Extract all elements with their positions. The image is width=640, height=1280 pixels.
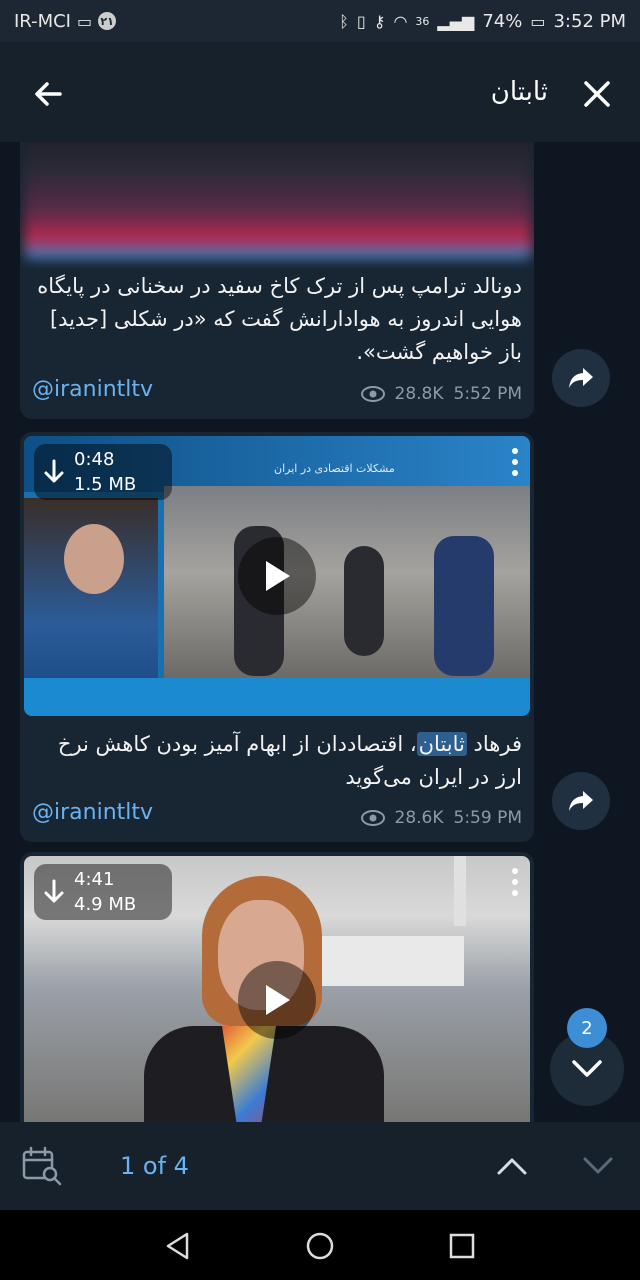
chevron-down-icon [583,1157,613,1174]
message-image[interactable] [24,142,532,259]
share-button[interactable] [552,772,610,830]
search-input[interactable] [100,68,552,116]
caption-text: فرهاد [466,732,522,756]
download-badge[interactable]: 0:48 1.5 MB [34,444,172,500]
play-button[interactable] [238,537,316,615]
nav-back-button[interactable] [158,1226,198,1266]
view-count: 28.8K [394,384,444,404]
arrow-left-icon [35,82,62,106]
previous-result-button[interactable] [490,1144,534,1188]
play-button[interactable] [238,961,316,1039]
message-time: 5:59 PM [453,808,523,828]
key-icon: ⚷ [373,11,386,31]
triangle-back-icon [166,1232,189,1260]
play-icon [266,985,290,1015]
message-meta: 28.6K 5:59 PM [360,808,523,828]
vibrate-icon: ▯ [356,11,366,31]
search-results-bar: 1 of 4 [0,1122,640,1210]
system-navigation-bar [0,1210,640,1280]
next-result-button[interactable] [576,1144,620,1188]
results-counter: 1 of 4 [120,1152,189,1180]
signal-icon: ▂▄▆ [437,11,475,31]
video-size: 1.5 MB [74,474,137,495]
wifi-icon: ◠ [393,11,408,31]
sim-badge: ۲۱ [98,12,117,30]
video-thumbnail[interactable]: مشکلات اقتصادی در ایران 0:48 1.5 MB [24,436,530,716]
bluetooth-icon: ᛒ [339,11,349,31]
eye-icon [360,386,385,402]
video-footer-strip [24,678,530,716]
video-size: 4.9 MB [74,894,137,915]
share-arrow-icon [569,791,593,811]
message-time: 5:52 PM [453,384,523,404]
video-duration: 0:48 [74,449,115,470]
nav-recents-button[interactable] [442,1226,482,1266]
share-arrow-icon [569,368,593,388]
search-header [0,42,640,142]
channel-link[interactable]: @iranintltv [32,800,153,825]
video-header-text: مشکلات اقتصادی در ایران [274,462,395,475]
messages-list[interactable]: دونالد ترامپ پس از ترک کاخ سفید در سخنان… [0,142,640,1122]
battery-percent: 74% [482,10,523,32]
clear-search-button[interactable] [575,72,619,116]
status-bar: IR-MCI ▭ ۲۱ ᛒ ▯ ⚷ ◠ 36 ▂▄▆ 74% ▭ 3:52 PM [0,0,640,42]
network-type: 36 [415,14,430,28]
share-button[interactable] [552,349,610,407]
download-icon [44,879,64,903]
clock: 3:52 PM [553,10,626,32]
download-icon [44,459,64,483]
eye-icon [360,810,385,826]
chevron-down-icon [572,1060,602,1077]
channel-link[interactable]: @iranintltv [32,377,153,402]
search-highlight: ثابتان [416,732,467,756]
sim-card-icon: ▭ [77,11,93,31]
more-menu-button[interactable] [510,868,520,896]
circle-home-icon [306,1232,334,1260]
download-badge[interactable]: 4:41 4.9 MB [34,864,172,920]
unread-count-badge: 2 [567,1008,607,1048]
view-count: 28.6K [394,808,444,828]
square-recents-icon [449,1233,475,1259]
battery-icon: ▭ [530,11,546,31]
video-background-building [314,936,464,986]
message-bubble[interactable]: مشکلات اقتصادی در ایران 0:48 1.5 MB فرها… [20,432,534,842]
close-icon [584,81,610,107]
nav-home-button[interactable] [300,1226,340,1266]
back-button[interactable] [26,72,70,116]
video-right-panel [164,486,530,678]
play-icon [266,561,290,591]
message-meta: 28.8K 5:52 PM [360,384,523,404]
video-person [64,524,124,594]
carrier-name: IR-MCI [14,10,71,32]
message-bubble[interactable]: 4:41 4.9 MB [20,852,534,1122]
calendar-search-icon [22,1146,62,1186]
search-by-date-button[interactable] [20,1144,64,1188]
message-bubble[interactable]: دونالد ترامپ پس از ترک کاخ سفید در سخنان… [20,142,534,419]
more-menu-button[interactable] [510,448,520,476]
chevron-up-icon [497,1158,527,1175]
video-duration: 4:41 [74,869,115,890]
message-caption: دونالد ترامپ پس از ترک کاخ سفید در سخنان… [37,274,522,364]
message-caption: فرهاد ثابتان، اقتصاددان از ابهام آمیز بو… [32,728,522,794]
video-thumbnail[interactable]: 4:41 4.9 MB [24,856,530,1122]
